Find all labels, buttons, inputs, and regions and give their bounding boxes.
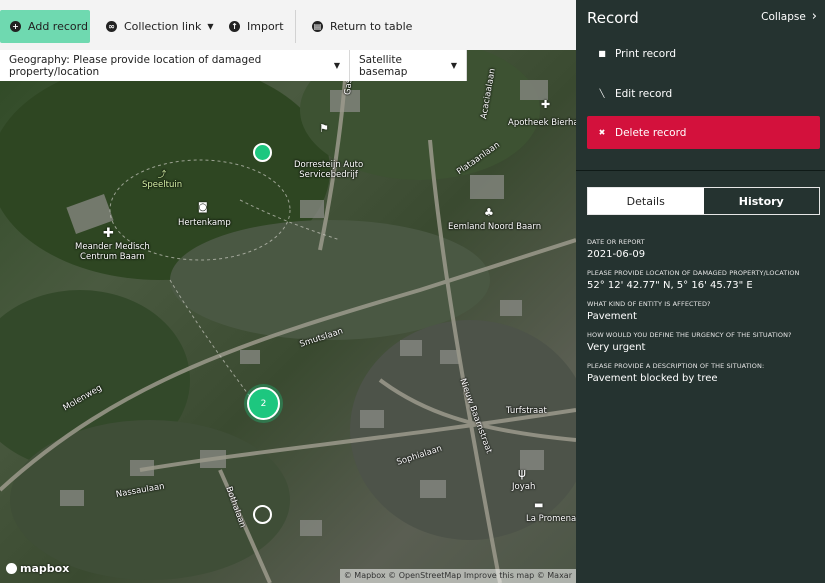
map-label-meander: Meander Medisch Centrum Baarn xyxy=(75,242,150,263)
add-record-button[interactable]: + Add record xyxy=(0,10,90,43)
mapbox-icon xyxy=(6,563,17,574)
import-button[interactable]: ↑ Import xyxy=(229,10,284,43)
print-record-button[interactable]: ■ Print record xyxy=(587,37,820,70)
pharmacy-icon: ✚ xyxy=(541,98,551,111)
map-imagery xyxy=(0,50,576,583)
chevron-right-icon: › xyxy=(811,9,817,24)
geography-filter-dropdown[interactable]: Geography: Please provide location of da… xyxy=(0,50,350,81)
collapse-label: Collapse xyxy=(761,10,806,23)
playground-icon: ⤴ xyxy=(157,170,167,180)
record-details: DATE OR REPORT 2021-06-09 PLEASE PROVIDE… xyxy=(587,238,822,393)
printer-icon: ■ xyxy=(598,49,606,58)
panel-title: Record xyxy=(587,9,639,27)
collection-link-button[interactable]: ∞ Collection link ▼ xyxy=(106,10,214,43)
mapbox-logo-text: mapbox xyxy=(20,562,70,575)
map-attribution[interactable]: © Mapbox © OpenStreetMap Improve this ma… xyxy=(339,569,576,583)
school-icon: ♣ xyxy=(484,206,494,219)
map-label-joyah: Joyah xyxy=(512,482,536,492)
field-description: PLEASE PROVIDE A DESCRIPTION OF THE SITU… xyxy=(587,362,822,384)
tab-details[interactable]: Details xyxy=(588,188,704,214)
field-label: PLEASE PROVIDE LOCATION OF DAMAGED PROPE… xyxy=(587,269,800,277)
map-label-dorrestein: Dorresteijn Auto Servicebedrijf xyxy=(294,160,364,181)
field-label: HOW WOULD YOU DEFINE THE URGENCY OF THE … xyxy=(587,331,792,339)
tab-history-label: History xyxy=(738,194,784,208)
map-label-eemland: Eemland Noord Baarn xyxy=(448,222,542,232)
tab-history[interactable]: History xyxy=(703,188,819,214)
cluster-count: 2 xyxy=(260,398,267,409)
pencil-icon: ╲ xyxy=(599,89,605,98)
return-to-table-label: Return to table xyxy=(330,20,413,33)
caret-down-icon: ▼ xyxy=(450,61,457,70)
record-marker[interactable] xyxy=(253,143,272,162)
print-record-label: Print record xyxy=(615,47,677,60)
field-urgency: HOW WOULD YOU DEFINE THE URGENCY OF THE … xyxy=(587,331,822,353)
hospital-icon: ✚ xyxy=(103,226,114,241)
record-cluster-marker[interactable]: 2 xyxy=(247,387,280,420)
collection-link-label: Collection link xyxy=(124,20,202,33)
map-label-speeltuin: ⤴ Speeltuin xyxy=(142,170,183,191)
field-label: WHAT KIND OF ENTITY IS AFFECTED? xyxy=(587,300,711,308)
toolbar: + Add record ∞ Collection link ▼ ↑ Impor… xyxy=(0,0,576,50)
field-label: DATE OR REPORT xyxy=(587,238,645,246)
field-entity: WHAT KIND OF ENTITY IS AFFECTED? Pavemen… xyxy=(587,300,822,322)
map-label-hertenkamp: Hertenkamp xyxy=(178,218,231,228)
field-label: PLEASE PROVIDE A DESCRIPTION OF THE SITU… xyxy=(587,362,765,370)
tab-details-label: Details xyxy=(626,194,665,208)
caret-down-icon: ▼ xyxy=(333,61,340,70)
satellite-map[interactable]: Geography: Please provide location of da… xyxy=(0,50,576,583)
edit-record-button[interactable]: ╲ Edit record xyxy=(587,77,820,110)
restaurant-icon: ψ xyxy=(518,466,526,480)
field-value: 52° 12' 42.77" N, 5° 16' 45.73" E xyxy=(587,280,753,291)
field-value: Pavement xyxy=(587,311,637,322)
mapbox-logo[interactable]: mapbox xyxy=(6,562,69,575)
camera-icon: ◙ xyxy=(198,202,208,213)
field-value: 2021-06-09 xyxy=(587,249,646,260)
plus-icon: + xyxy=(10,21,21,32)
collapse-button[interactable]: Collapse › xyxy=(761,9,817,24)
field-date: DATE OR REPORT 2021-06-09 xyxy=(587,238,822,260)
map-filter-bar: Geography: Please provide location of da… xyxy=(0,50,467,81)
record-tabs: Details History xyxy=(587,187,820,215)
return-to-table-button[interactable]: ▤ Return to table xyxy=(312,10,412,43)
edit-record-label: Edit record xyxy=(615,87,673,100)
field-value: Very urgent xyxy=(587,342,646,353)
link-icon: ∞ xyxy=(106,21,117,32)
basemap-dropdown[interactable]: Satellite basemap ▼ xyxy=(350,50,467,81)
geography-filter-label: Geography: Please provide location of da… xyxy=(9,53,262,78)
map-label-apotheek: Apotheek Bierhaa... xyxy=(508,118,576,128)
basemap-label: Satellite basemap xyxy=(359,53,408,78)
map-label-la-promenade: La Promenad... xyxy=(526,514,576,524)
add-record-label: Add record xyxy=(28,20,88,33)
toolbar-divider xyxy=(295,10,296,43)
car-icon: ⚑ xyxy=(319,122,329,135)
delete-record-button[interactable]: ✖ Delete record xyxy=(587,116,820,149)
close-icon: ✖ xyxy=(598,128,606,137)
field-location: PLEASE PROVIDE LOCATION OF DAMAGED PROPE… xyxy=(587,269,822,291)
record-panel: Record Collapse › ■ Print record ╲ Edit … xyxy=(576,0,825,583)
field-value: Pavement blocked by tree xyxy=(587,373,718,384)
import-label: Import xyxy=(247,20,284,33)
road-label-turfstraat: Turfstraat xyxy=(506,406,547,416)
panel-divider xyxy=(576,170,825,171)
delete-record-label: Delete record xyxy=(615,126,687,139)
table-icon: ▤ xyxy=(312,21,323,32)
import-icon: ↑ xyxy=(229,21,240,32)
caret-down-icon: ▼ xyxy=(207,22,214,31)
lodging-icon: ▬ xyxy=(534,500,544,511)
selected-record-marker[interactable] xyxy=(253,505,272,524)
